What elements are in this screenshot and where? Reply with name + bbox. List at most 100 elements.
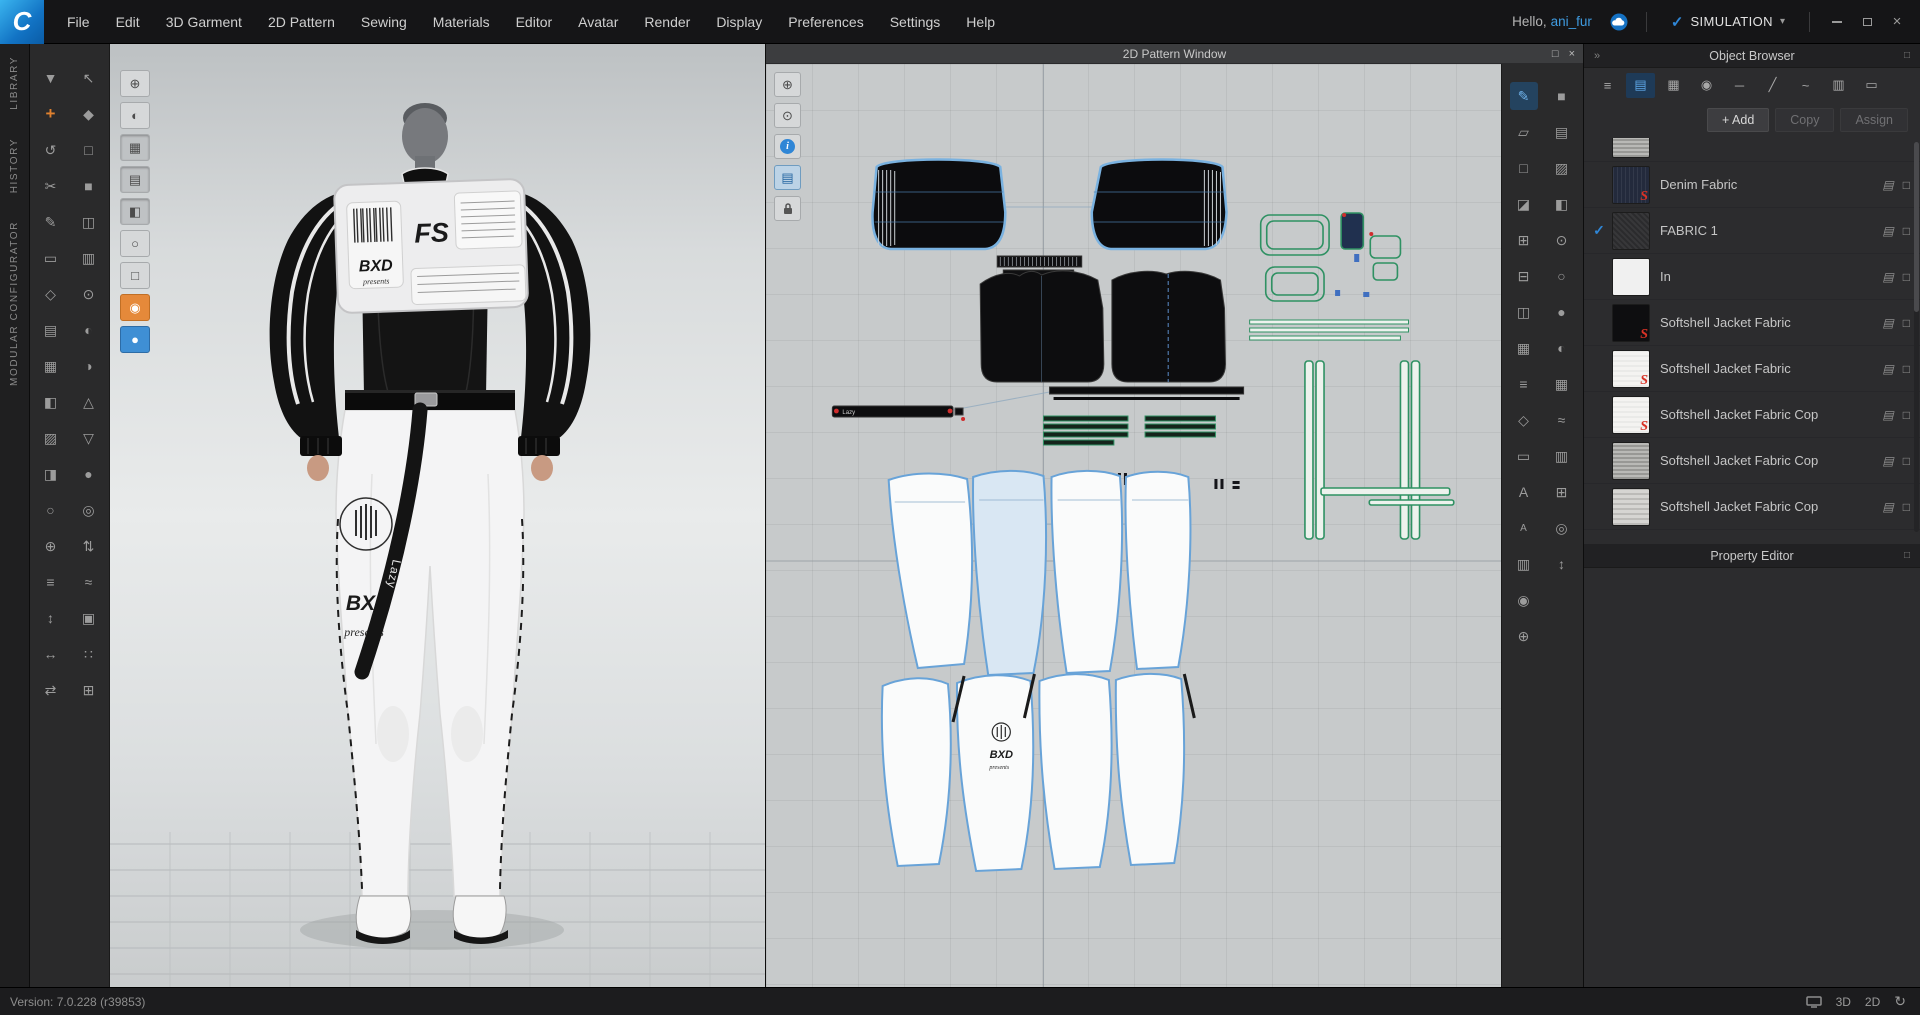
tool-icon[interactable]: ⊙ xyxy=(1548,226,1576,254)
fabric-row[interactable]: S Softshell Jacket Fabric Cop ▤ □ xyxy=(1584,392,1920,438)
toggle-3d-window[interactable]: 3D xyxy=(1836,995,1851,1009)
pattern-side-stripe-strips[interactable] xyxy=(1304,360,1455,540)
fabric-name[interactable]: FABRIC 1 xyxy=(1660,223,1882,238)
tool-icon[interactable]: ■ xyxy=(75,172,103,200)
tool-icon[interactable]: ▽ xyxy=(75,424,103,452)
tool-icon[interactable]: ✎ xyxy=(37,208,65,236)
tool-icon[interactable]: ⇄ xyxy=(37,676,65,704)
fabric-thumbnail[interactable]: S xyxy=(1612,349,1650,388)
garment-chest-rig[interactable]: BXD presents FS xyxy=(333,178,529,314)
add-button[interactable]: + Add xyxy=(1706,108,1770,132)
browser-tab-icon[interactable]: ╱ xyxy=(1758,73,1787,98)
tool-icon[interactable]: ◆ xyxy=(75,100,103,128)
fabric-clone-icon[interactable]: ▤ xyxy=(1882,362,1893,376)
tool-icon[interactable]: ◇ xyxy=(1510,406,1538,434)
fabric-thumbnail[interactable] xyxy=(1612,441,1650,480)
fabric-assign-icon[interactable]: □ xyxy=(1903,362,1910,376)
fabric-row[interactable]: S Softshell Jacket Fabric ▤ □ xyxy=(1584,346,1920,392)
fabric-thumbnail[interactable] xyxy=(1612,211,1650,250)
tool-icon[interactable]: A xyxy=(1510,478,1538,506)
tool-icon[interactable]: ∷ xyxy=(75,640,103,668)
menu-item[interactable]: Help xyxy=(953,0,1008,44)
menu-item[interactable]: Settings xyxy=(877,0,954,44)
fabric-name[interactable]: Softshell Jacket Fabric xyxy=(1660,315,1882,330)
panel-dock-icon[interactable]: □ xyxy=(1894,550,1920,561)
tool-icon[interactable]: ○ xyxy=(37,496,65,524)
tool-icon[interactable]: ▨ xyxy=(1548,154,1576,182)
tool-icon[interactable]: ⊟ xyxy=(1510,262,1538,290)
fabric-row[interactable]: In ▤ □ xyxy=(1584,254,1920,300)
browser-tab-icon[interactable]: ▥ xyxy=(1824,73,1853,98)
viewport-toggle-icon[interactable]: ◧ xyxy=(120,198,150,225)
fabric-thumbnail[interactable]: S xyxy=(1612,303,1650,342)
fabric-clone-icon[interactable]: ▤ xyxy=(1882,408,1893,422)
3d-avatar-canvas[interactable]: BXD presents BXD presents FS Lazy xyxy=(110,44,765,987)
tool-icon[interactable]: ▤ xyxy=(1548,118,1576,146)
pattern-belt-piece[interactable]: Lazy xyxy=(831,405,966,421)
menu-item[interactable]: File xyxy=(54,0,103,44)
tool-icon[interactable]: ↕ xyxy=(37,604,65,632)
viewport-toggle-icon[interactable]: ○ xyxy=(120,230,150,257)
tool-icon[interactable]: ▱ xyxy=(1510,118,1538,146)
fabric-selected-check-icon[interactable]: ✓ xyxy=(1586,222,1612,239)
fabric-assign-icon[interactable]: □ xyxy=(1903,500,1910,514)
viewport-toggle-icon[interactable]: ◐ xyxy=(120,102,150,129)
tool-icon[interactable]: ↕ xyxy=(1548,550,1576,578)
fabric-list-scrollbar[interactable] xyxy=(1914,142,1919,532)
fabric-thumbnail[interactable]: S xyxy=(1612,395,1650,434)
tool-icon[interactable]: ▨ xyxy=(37,424,65,452)
fabric-clone-icon[interactable]: ▤ xyxy=(1882,500,1893,514)
pan-icon[interactable]: ⊙ xyxy=(774,103,801,128)
fabric-name[interactable]: Softshell Jacket Fabric Cop xyxy=(1660,407,1882,422)
menu-item[interactable]: Display xyxy=(703,0,775,44)
rail-tab[interactable]: HISTORY xyxy=(9,138,20,193)
browser-tab-icon[interactable]: ▭ xyxy=(1857,73,1886,98)
tool-icon[interactable]: + xyxy=(37,100,65,128)
browser-tab-icon[interactable]: ▦ xyxy=(1659,73,1688,98)
cloud-sync-icon[interactable] xyxy=(1604,11,1634,33)
menu-item[interactable]: Materials xyxy=(420,0,503,44)
tool-icon[interactable]: ◎ xyxy=(75,496,103,524)
fabric-clone-icon[interactable]: ▤ xyxy=(1882,224,1893,238)
tool-icon[interactable]: ≡ xyxy=(1510,370,1538,398)
menu-item[interactable]: Preferences xyxy=(775,0,876,44)
tool-icon[interactable]: ▭ xyxy=(1510,442,1538,470)
copy-button[interactable]: Copy xyxy=(1775,108,1835,132)
viewport-toggle-icon[interactable]: ◉ xyxy=(120,294,150,321)
tool-icon[interactable]: ◪ xyxy=(1510,190,1538,218)
tool-icon[interactable]: ≈ xyxy=(1548,406,1576,434)
tool-icon[interactable]: ▼ xyxy=(37,64,65,92)
maximize-button[interactable] xyxy=(1852,8,1882,36)
fabric-thumbnail[interactable]: S xyxy=(1612,165,1650,204)
float-window-icon[interactable]: □ xyxy=(1552,48,1559,60)
pattern-elastic-strips[interactable] xyxy=(1249,319,1409,341)
fabric-view-icon[interactable]: ▤ xyxy=(774,165,801,190)
tool-icon[interactable]: ◫ xyxy=(75,208,103,236)
pattern-window-titlebar[interactable]: 2D Pattern Window □ × xyxy=(766,44,1583,64)
tool-icon[interactable]: ◧ xyxy=(1548,190,1576,218)
tool-icon[interactable]: ● xyxy=(75,460,103,488)
pattern-pieces-canvas[interactable]: Lazy BXD presents xyxy=(766,64,1501,987)
tool-icon[interactable]: A xyxy=(1510,514,1538,542)
pattern-waistband[interactable] xyxy=(1049,386,1245,400)
pattern-pants-front-panels[interactable] xyxy=(887,469,1192,677)
rail-tab[interactable]: MODULAR CONFIGURATOR xyxy=(9,221,20,386)
info-icon[interactable]: i xyxy=(774,134,801,159)
browser-tab-icon[interactable]: ~ xyxy=(1791,73,1820,98)
tool-icon[interactable]: ⊕ xyxy=(37,532,65,560)
tool-icon[interactable]: ▥ xyxy=(1510,550,1538,578)
tool-icon[interactable]: ◇ xyxy=(37,280,65,308)
assign-button[interactable]: Assign xyxy=(1840,108,1908,132)
fabric-row[interactable]: ▤ □ xyxy=(1584,138,1920,162)
menu-item[interactable]: 3D Garment xyxy=(153,0,255,44)
tool-icon[interactable]: ◎ xyxy=(1548,514,1576,542)
fabric-row[interactable]: S Denim Fabric ▤ □ xyxy=(1584,162,1920,208)
minimize-button[interactable] xyxy=(1822,8,1852,36)
viewport-toggle-icon[interactable]: ▦ xyxy=(120,134,150,161)
tool-icon[interactable]: ▦ xyxy=(37,352,65,380)
tool-icon[interactable]: ⇅ xyxy=(75,532,103,560)
tool-icon[interactable]: ◫ xyxy=(1510,298,1538,326)
fabric-name[interactable]: Softshell Jacket Fabric Cop xyxy=(1660,499,1882,514)
browser-tab-icon[interactable]: ≡ xyxy=(1593,73,1622,98)
fabric-row[interactable]: Softshell Jacket Fabric Cop ▤ □ xyxy=(1584,484,1920,530)
